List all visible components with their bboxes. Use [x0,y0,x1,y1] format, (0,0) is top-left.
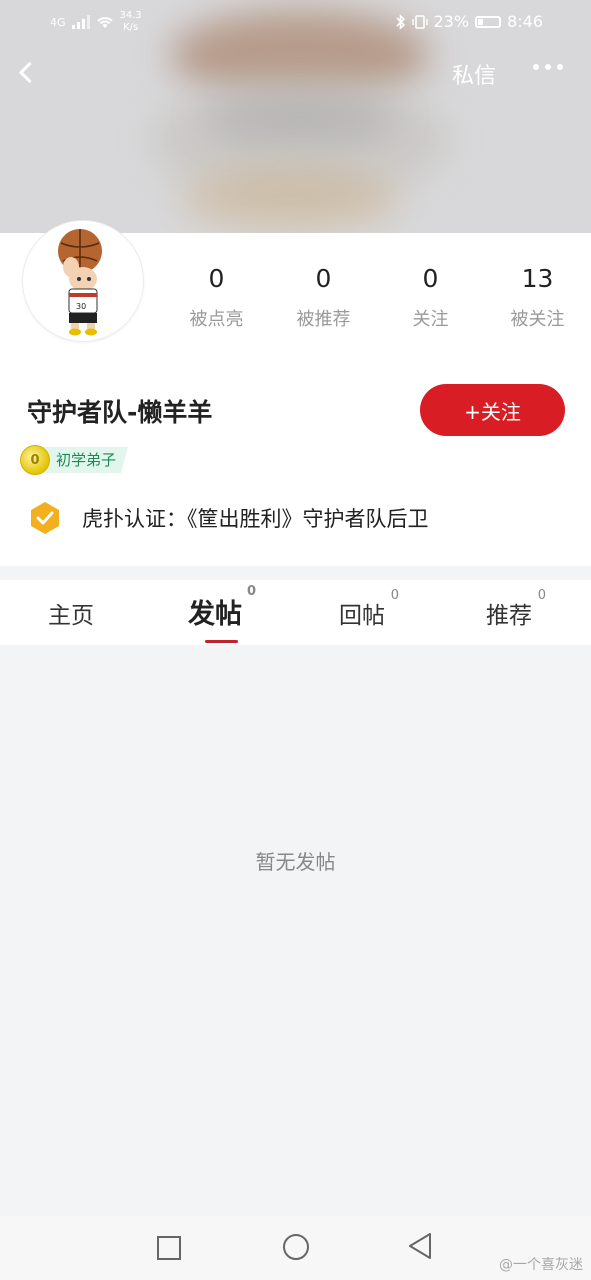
tab-posts[interactable]: 发帖 0 [188,584,256,631]
stat-label: 被点亮 [189,309,244,330]
profile-banner: 4G 34.3 K/s 23% 8:46 私信 [0,0,591,233]
profile-tabs: 主页 发帖 0 回帖 0 推荐 0 [0,580,591,645]
tab-recommended[interactable]: 推荐 0 [486,588,546,630]
stat-recommended[interactable]: 0 被推荐 [270,263,377,331]
tab-home[interactable]: 主页 [48,596,94,630]
verified-check-icon [31,502,59,534]
verification-row: 虎扑认证：《筐出胜利》守护者队后卫 [28,501,429,535]
stat-value: 0 [208,264,225,293]
tab-count: 0 [390,588,399,603]
empty-state-text: 暂无发帖 [255,850,336,874]
private-message-button[interactable]: 私信 [452,58,496,90]
wifi-icon [96,17,113,28]
network-speed: 34.3 K/s [119,10,142,33]
battery-percent: 23% [433,12,470,31]
more-dots-icon [533,64,539,70]
signal-bars-icon [71,15,90,29]
level-badge[interactable]: 0 初学弟子 [20,445,129,475]
stat-label: 被关注 [510,309,565,330]
svg-text:30: 30 [76,302,86,311]
signal-icon: 4G [50,15,66,29]
stat-lit[interactable]: 0 被点亮 [163,263,270,331]
tab-count: 0 [537,588,546,603]
tab-label: 主页 [48,603,94,629]
tab-replies[interactable]: 回帖 0 [339,588,399,630]
bluetooth-icon [395,13,405,30]
tab-count: 0 [246,584,256,599]
stats-row: 0 被点亮 0 被推荐 0 关注 13 被关注 [163,263,591,331]
recent-apps-button[interactable] [157,1236,181,1260]
more-button[interactable] [533,64,563,70]
follow-button[interactable]: +关注 [420,384,565,436]
stat-value: 0 [315,264,332,293]
stat-label: 被推荐 [296,309,351,330]
avatar-image: 30 [58,229,102,336]
chevron-left-icon [18,61,40,83]
active-tab-indicator [205,640,238,643]
back-button[interactable] [12,58,40,86]
tab-label: 发帖 [188,599,242,630]
clock: 8:46 [507,12,543,31]
stat-following[interactable]: 0 关注 [377,263,484,331]
level-coin-icon: 0 [20,445,50,475]
home-button[interactable] [283,1234,309,1260]
profile-card: 30 0 被点亮 0 被推荐 0 关注 13 被关注 守护者队-懒羊羊 +关注 … [0,220,591,566]
back-triangle-icon[interactable] [407,1232,433,1260]
watermark: @一个喜灰迷 [499,1257,583,1273]
level-label: 初学弟子 [40,447,129,473]
tab-label: 推荐 [486,603,532,629]
status-bar: 4G 34.3 K/s 23% 8:46 [0,0,591,46]
avatar[interactable]: 30 [22,220,144,342]
tab-label: 回帖 [339,603,385,629]
battery-icon [475,15,502,28]
username: 守护者队-懒羊羊 [27,398,213,427]
verification-text: 虎扑认证：《筐出胜利》守护者队后卫 [82,507,429,531]
stat-value: 13 [521,264,554,293]
vibrate-icon [411,14,428,29]
stat-value: 0 [422,264,439,293]
stat-label: 关注 [412,309,449,330]
stat-followers[interactable]: 13 被关注 [484,263,591,331]
